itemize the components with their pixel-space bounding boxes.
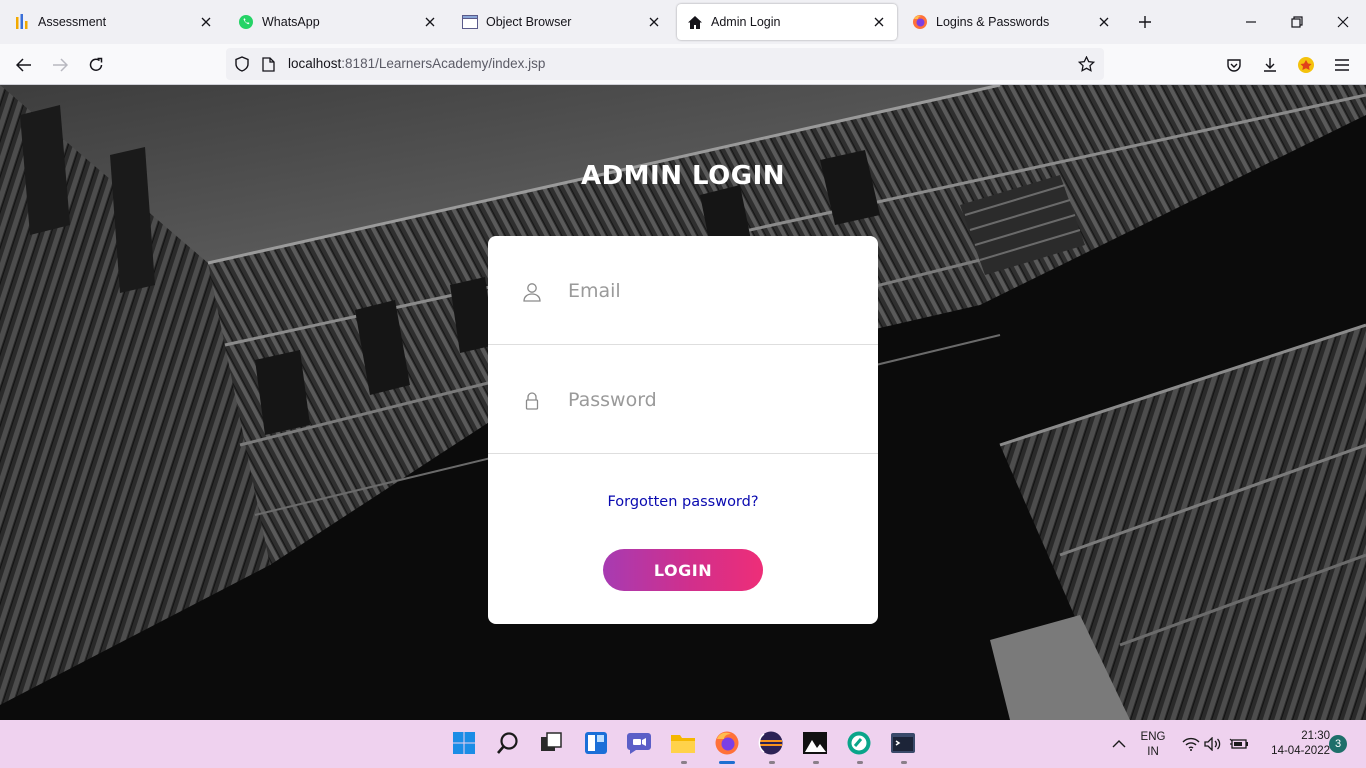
restore-button[interactable] bbox=[1283, 8, 1311, 36]
login-form: Forgotten password? LOGIN bbox=[488, 236, 878, 624]
bookmark-star-icon[interactable] bbox=[1077, 55, 1096, 77]
url-bar[interactable]: localhost:8181/LearnersAcademy/index.jsp bbox=[226, 48, 1104, 80]
language-label: ENG bbox=[1140, 731, 1166, 743]
minimize-icon bbox=[1246, 21, 1256, 23]
window-icon bbox=[462, 14, 478, 30]
battery-icon[interactable] bbox=[1224, 729, 1254, 759]
close-icon bbox=[1337, 16, 1349, 28]
email-row bbox=[488, 236, 878, 345]
chat-icon[interactable] bbox=[624, 728, 654, 758]
new-tab-button[interactable] bbox=[1133, 10, 1157, 34]
login-button[interactable]: LOGIN bbox=[603, 549, 763, 591]
email-field[interactable] bbox=[568, 274, 848, 308]
pocket-icon bbox=[1227, 59, 1241, 72]
reload-icon bbox=[89, 57, 103, 71]
page-content: ADMIN LOGIN Forgotten password? LOGIN bbox=[0, 85, 1366, 720]
clock-time: 21:30 bbox=[1301, 730, 1330, 742]
clock[interactable]: 21:30 14-04-2022 bbox=[1252, 729, 1330, 759]
close-icon[interactable] bbox=[1096, 14, 1112, 30]
notification-badge[interactable]: 3 bbox=[1329, 735, 1347, 753]
windows-start-icon[interactable] bbox=[449, 728, 479, 758]
page-title: ADMIN LOGIN bbox=[580, 161, 786, 191]
pocket-button[interactable] bbox=[1221, 52, 1247, 78]
close-window-button[interactable] bbox=[1329, 8, 1357, 36]
task-view-icon[interactable] bbox=[536, 728, 566, 758]
page-icon[interactable] bbox=[262, 57, 275, 77]
taskbar: ENG IN 21:30 14-04-2022 bbox=[0, 720, 1366, 768]
region-label: IN bbox=[1147, 746, 1159, 758]
chevron-up-icon[interactable] bbox=[1104, 729, 1134, 759]
tab-label: Object Browser bbox=[486, 15, 572, 29]
navigation-toolbar: localhost:8181/LearnersAcademy/index.jsp bbox=[0, 44, 1366, 85]
language-indicator[interactable]: ENG IN bbox=[1136, 730, 1170, 760]
downloads-button[interactable] bbox=[1257, 52, 1283, 78]
tab-strip: Assessment WhatsApp Object Browser Admin… bbox=[0, 0, 1366, 44]
app-icon[interactable] bbox=[844, 728, 874, 758]
tab-label: Admin Login bbox=[711, 15, 781, 29]
close-icon[interactable] bbox=[871, 14, 887, 30]
forward-arrow-icon bbox=[53, 58, 68, 72]
back-button[interactable] bbox=[11, 52, 37, 78]
firefox-icon bbox=[912, 14, 928, 30]
tab-logins-passwords[interactable]: Logins & Passwords bbox=[902, 4, 1122, 40]
account-avatar-icon bbox=[1298, 57, 1314, 73]
running-indicator bbox=[857, 761, 863, 764]
url-text[interactable]: localhost:8181/LearnersAcademy/index.jsp bbox=[288, 48, 545, 80]
minimize-button[interactable] bbox=[1237, 8, 1265, 36]
close-icon[interactable] bbox=[422, 14, 438, 30]
whatsapp-icon bbox=[238, 14, 254, 30]
password-row bbox=[488, 345, 878, 454]
url-host: localhost bbox=[288, 56, 342, 71]
lock-icon bbox=[522, 391, 542, 411]
back-arrow-icon bbox=[16, 58, 31, 72]
close-icon[interactable] bbox=[646, 14, 662, 30]
bar-chart-icon bbox=[14, 14, 30, 30]
hamburger-menu-icon bbox=[1335, 59, 1349, 71]
shield-icon[interactable] bbox=[234, 56, 250, 77]
running-indicator bbox=[901, 761, 907, 764]
terminal-icon[interactable] bbox=[888, 728, 918, 758]
user-icon bbox=[522, 282, 542, 302]
tab-label: Assessment bbox=[38, 15, 107, 29]
tab-assessment[interactable]: Assessment bbox=[4, 4, 224, 40]
forgot-password-link[interactable]: Forgotten password? bbox=[488, 494, 878, 510]
tab-whatsapp[interactable]: WhatsApp bbox=[228, 4, 448, 40]
menu-button[interactable] bbox=[1329, 52, 1355, 78]
running-indicator bbox=[769, 761, 775, 764]
download-icon bbox=[1264, 58, 1276, 72]
home-icon bbox=[687, 14, 703, 30]
firefox-icon[interactable] bbox=[712, 728, 742, 758]
eclipse-icon[interactable] bbox=[756, 728, 786, 758]
clock-date: 14-04-2022 bbox=[1271, 745, 1330, 757]
search-icon[interactable] bbox=[493, 728, 523, 758]
running-indicator bbox=[813, 761, 819, 764]
running-indicator-active bbox=[719, 761, 735, 764]
file-explorer-icon[interactable] bbox=[668, 728, 698, 758]
close-icon[interactable] bbox=[198, 14, 214, 30]
tab-label: Logins & Passwords bbox=[936, 15, 1050, 29]
url-path: :8181/LearnersAcademy/index.jsp bbox=[341, 56, 546, 71]
running-indicator bbox=[681, 761, 687, 764]
restore-icon bbox=[1291, 16, 1303, 28]
photos-icon[interactable] bbox=[800, 728, 830, 758]
widgets-icon[interactable] bbox=[581, 728, 611, 758]
forward-button[interactable] bbox=[47, 52, 73, 78]
tab-admin-login[interactable]: Admin Login bbox=[677, 4, 897, 40]
tab-object-browser[interactable]: Object Browser bbox=[452, 4, 672, 40]
password-field[interactable] bbox=[568, 383, 848, 417]
reload-button[interactable] bbox=[83, 52, 109, 78]
tab-label: WhatsApp bbox=[262, 15, 320, 29]
account-button[interactable] bbox=[1293, 52, 1319, 78]
plus-icon bbox=[1139, 16, 1151, 28]
